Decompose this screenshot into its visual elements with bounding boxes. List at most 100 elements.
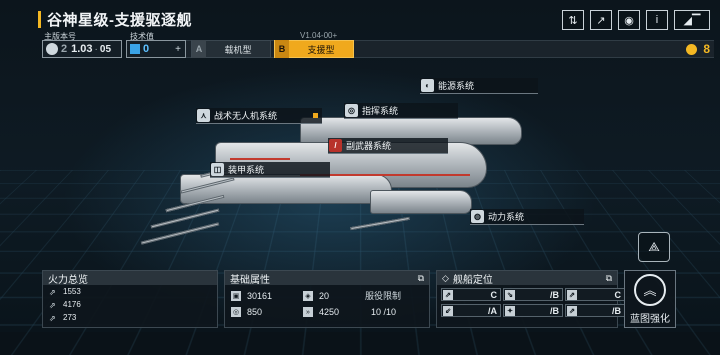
tech-value-box: 0 + [126,40,186,58]
panel-title-text: 基础属性 [230,274,270,286]
system-armor[interactable]: ◫ 装甲系统 [210,162,330,178]
position-icon: ◇ [442,272,449,283]
expand-icon[interactable]: ⧉ [606,273,612,284]
cannon-icon: ⇗ [49,287,56,297]
mode-letter: B [275,40,289,58]
system-label: 装甲系统 [228,165,265,175]
power-icon: ◍ [471,210,484,223]
points-value: 8 [703,42,710,56]
firepower-panel: 火力总览 ⇗ 1553 ⇗ 4176 ⇗ 273 [42,270,218,328]
share-icon[interactable]: ↗ [590,10,612,30]
stat-value: 10 /10 [371,307,397,317]
stat-value: 20 [319,290,330,301]
speed-icon: » [303,307,313,317]
panel-title-text: 舰船定位 [452,274,493,286]
positioning-panel: ◇ 舰船定位 ⧉ ⇗ C ⇘/B ⇗ C ⇙/A ✦/B ⇗/B [436,270,625,328]
hp-icon: ▣ [231,290,241,301]
firepower-value: 4176 [63,300,81,309]
grade: C [614,289,622,300]
armor-icon: ◫ [211,163,224,176]
stat-value: 30161 [247,290,273,301]
title-accent [38,11,41,28]
grade: C [490,289,498,300]
shield-icon: ◎ [231,307,241,317]
main-version-suffix: 05 [99,43,112,55]
hull-stripe [230,158,290,160]
system-drone[interactable]: ⋏ 战术无人机系统 [196,108,322,124]
cannon-barrel [350,216,410,231]
firepower-row: ⇗ 4176 [43,298,217,311]
position-cell: ⇘ /B [503,288,563,301]
stat-hp: ▣ 30161 [231,289,303,302]
ship-swap-icon[interactable]: ⇅ [562,10,584,30]
role-icon: ⇙ [443,305,453,316]
aa-icon: ⇗ [49,313,56,323]
subversion-label: V1.04-00+ [300,31,338,40]
system-secondary[interactable]: / 副武器系统 [328,138,448,154]
main-version-box: 2 1.03 · 05 [42,40,122,58]
firepower-value: 1553 [63,287,81,296]
points-icon [686,43,698,55]
stat-shield: ◎ 850 [231,307,303,317]
stat-armor: ◈ 20 [303,289,365,302]
stat-label: 服役限制 [365,291,402,301]
top-toolbar: ⇅ ↗ ◉ i ◢▔ [562,10,710,30]
expand-icon[interactable]: ⧉ [418,273,424,284]
firepower-value: 273 [63,313,77,322]
engine-block [370,190,472,214]
role-icon: ⇘ [505,289,515,300]
system-label: 能源系统 [438,81,475,91]
role-icon: ⇗ [567,305,577,316]
armor-value-icon: ◈ [303,290,313,301]
main-version-prefix: 2 [61,43,68,55]
stat-value: 4250 [319,307,340,317]
mode-letter: A [192,40,206,58]
ship-model[interactable] [120,82,540,252]
blueprint-enhance-button[interactable]: ︽ 蓝图强化 [624,270,676,328]
firepower-row: ⇗ 273 [43,311,217,324]
tech-icon [130,44,140,54]
stat-speed: » 4250 [303,307,365,317]
mode-tab-b[interactable]: B 支援型 [274,40,354,58]
grade: /A [488,305,497,316]
enhance-icon: ︽ [634,273,666,306]
title-bar: 谷神星级-支援驱逐舰 [38,9,192,30]
points-display: 8 [686,42,710,56]
role-icon: ⇗ [443,289,453,300]
grade: /B [550,305,559,316]
service-limit-value: 10 /10 [365,307,423,317]
info-icon[interactable]: i [646,10,668,30]
view-icon[interactable]: ◉ [618,10,640,30]
system-label: 副武器系统 [346,141,392,151]
system-label: 战术无人机系统 [214,111,278,121]
system-command[interactable]: ◎ 指挥系统 [344,103,458,119]
system-power[interactable]: ◍ 动力系统 [470,209,584,225]
upgrade-tag [313,113,318,118]
position-cell: ⇗ /B [565,304,625,317]
panel-title: 基础属性 ⧉ [225,271,429,286]
role-icon: ⇗ [567,289,577,300]
grade: /B [550,289,559,300]
system-label: 指挥系统 [362,106,399,116]
panel-title: 火力总览 [43,271,217,286]
position-cell: ⇙ /A [441,304,501,317]
main-version-value: 1.03 [71,43,93,55]
attributes-grid: ▣ 30161 ◈ 20 服役限制 ◎ 850 » 4250 10 /10 [225,285,429,317]
mode-tab-a[interactable]: A 载机型 [191,40,271,58]
tech-add-icon[interactable]: + [175,44,181,55]
tech-value: 0 [143,43,150,55]
page-title: 谷神星级-支援驱逐舰 [47,12,192,29]
mode-label: 载机型 [224,44,252,55]
enhance-label: 蓝图强化 [630,313,670,325]
system-energy[interactable]: ◐ 能源系统 [420,78,538,94]
energy-icon: ◐ [421,79,434,92]
grade: /B [612,305,621,316]
role-icon: ✦ [505,305,515,316]
secondary-weapon-icon: / [329,139,342,152]
return-icon[interactable]: ◢▔ [674,10,710,30]
position-cell: ⇗ C [441,288,501,301]
formation-icon[interactable]: ⟁ [638,232,670,262]
position-cell: ⇗ C [565,288,625,301]
missile-icon: ⇗ [49,300,56,310]
command-icon: ◎ [345,104,358,117]
